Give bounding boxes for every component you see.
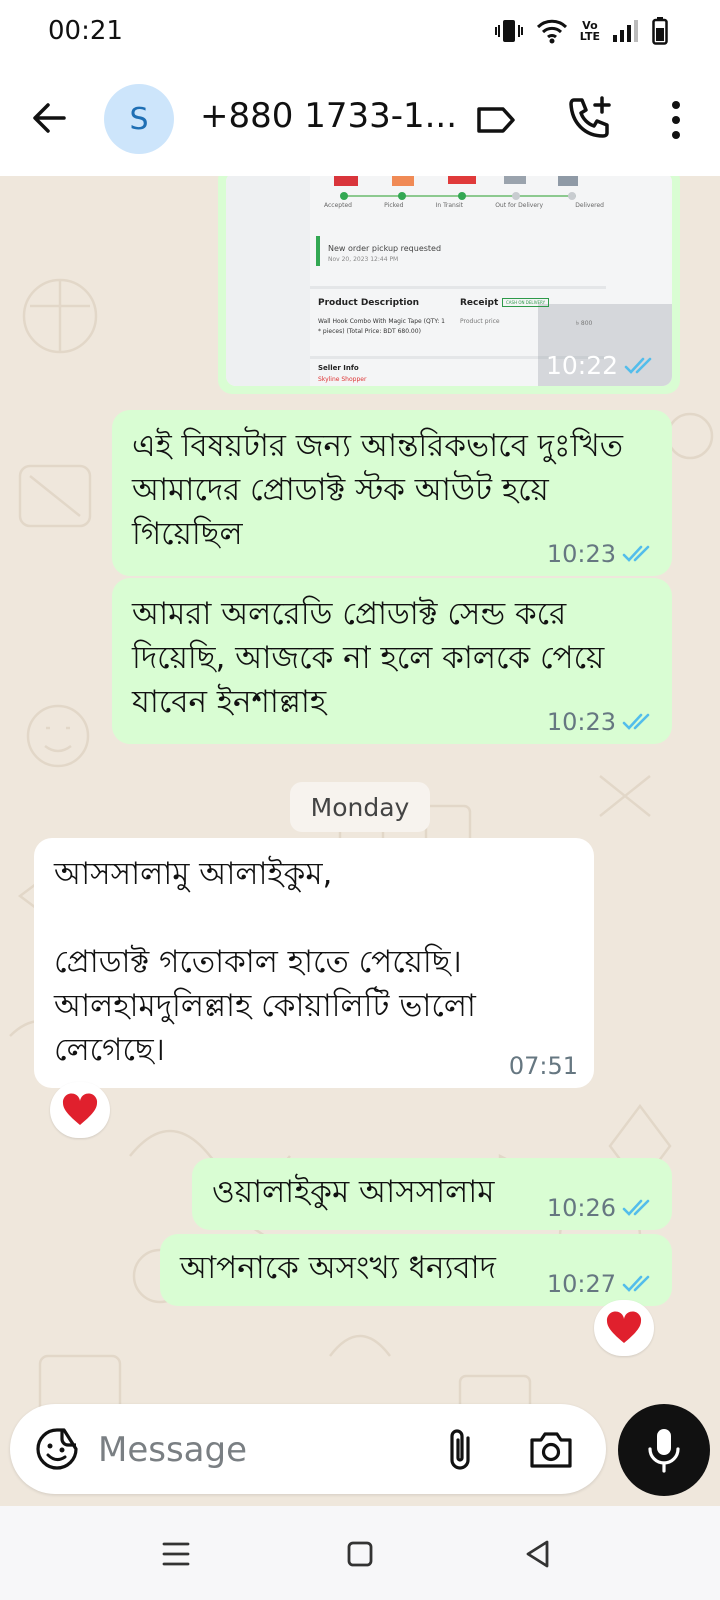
outgoing-message-bubble[interactable]: আপনাকে অসংখ্য ধন্যবাদ 10:27 bbox=[160, 1234, 672, 1306]
message-text: এই বিষয়টার জন্য আন্তরিকভাবে দুঃখিত আমাদ… bbox=[132, 428, 623, 552]
pickup-note-time: Nov 20, 2023 12:44 PM bbox=[328, 256, 399, 263]
product-line-1: Wall Hook Combo With Magic Tape (QTY: 1 bbox=[318, 318, 445, 325]
receipt-badge: CASH ON DELIVERY bbox=[502, 298, 550, 307]
read-ticks-icon bbox=[624, 357, 652, 374]
more-options-icon[interactable] bbox=[658, 96, 694, 144]
step-picked: Picked bbox=[384, 202, 404, 209]
camera-icon[interactable] bbox=[528, 1428, 574, 1470]
home-icon[interactable] bbox=[340, 1534, 380, 1574]
status-icons: Vo LTE bbox=[494, 14, 668, 48]
outgoing-message-bubble[interactable]: ওয়ালাইকুম আসসালাম 10:26 bbox=[192, 1158, 672, 1230]
chat-header: S +880 1733-1... bbox=[0, 62, 720, 177]
read-ticks-icon bbox=[622, 713, 650, 730]
step-labels: Accepted Picked In Transit Out for Deliv… bbox=[324, 202, 604, 209]
outgoing-message-bubble[interactable]: এই বিষয়টার জন্য আন্তরিকভাবে দুঃখিত আমাদ… bbox=[112, 410, 672, 576]
volte-indicator: Vo LTE bbox=[580, 20, 600, 42]
label-icon[interactable] bbox=[474, 98, 518, 142]
step-out-for-delivery: Out for Delivery bbox=[495, 202, 544, 209]
system-navigation-bar bbox=[0, 1506, 720, 1600]
incoming-message-bubble[interactable]: আসসালামু আলাইকুম, প্রোডাক্ট গতোকাল হাতে … bbox=[34, 838, 594, 1088]
read-ticks-icon bbox=[622, 1199, 650, 1216]
price-label: Product price bbox=[460, 318, 500, 325]
volte-line2: LTE bbox=[579, 30, 600, 43]
paperclip-icon[interactable] bbox=[440, 1426, 484, 1474]
message-input[interactable] bbox=[96, 1422, 420, 1478]
message-greeting: আসসালামু আলাইকুম, bbox=[54, 856, 333, 892]
read-ticks-icon bbox=[622, 1275, 650, 1292]
message-meta: 10:23 bbox=[547, 708, 656, 736]
heart-reaction[interactable] bbox=[50, 1082, 110, 1138]
signal-icon bbox=[612, 19, 640, 43]
image-message-bubble[interactable]: Accepted Picked In Transit Out for Deliv… bbox=[218, 176, 680, 394]
seller-info-heading: Seller Info bbox=[318, 364, 359, 372]
price-value: ৳ 800 bbox=[576, 320, 593, 327]
status-bar: 00:21 Vo LTE bbox=[0, 0, 720, 62]
date-divider: Monday bbox=[290, 782, 430, 832]
status-time: 00:21 bbox=[48, 16, 123, 46]
contact-avatar[interactable]: S bbox=[104, 84, 174, 154]
message-time: 07:51 bbox=[508, 1052, 578, 1080]
image-message-meta: 10:22 bbox=[546, 351, 658, 380]
message-meta: 10:26 bbox=[547, 1194, 656, 1222]
seller-name: Skyline Shopper bbox=[318, 376, 367, 383]
back-triangle-icon[interactable] bbox=[518, 1534, 558, 1574]
contact-name[interactable]: +880 1733-1... bbox=[200, 96, 457, 136]
sticker-icon[interactable] bbox=[34, 1426, 80, 1472]
heart-reaction[interactable] bbox=[594, 1300, 654, 1356]
read-ticks-icon bbox=[622, 545, 650, 562]
message-meta: 10:23 bbox=[547, 540, 656, 568]
message-text: আমরা অলরেডি প্রোডাক্ট সেন্ড করে দিয়েছি,… bbox=[132, 596, 605, 720]
avatar-letter: S bbox=[129, 101, 149, 137]
message-time: 10:26 bbox=[546, 1194, 616, 1222]
heart-icon bbox=[62, 1093, 98, 1125]
microphone-icon bbox=[648, 1429, 680, 1473]
recent-apps-icon[interactable] bbox=[156, 1534, 196, 1574]
message-time: 10:23 bbox=[546, 708, 616, 736]
message-text: প্রোডাক্ট গতোকাল হাতে পেয়েছি। আলহামদুলি… bbox=[54, 944, 476, 1068]
step-in-transit: In Transit bbox=[435, 202, 463, 209]
message-composer bbox=[10, 1404, 606, 1494]
pickup-note-title: New order pickup requested bbox=[328, 244, 442, 253]
message-text: আপনাকে অসংখ্য ধন্যবাদ bbox=[180, 1250, 496, 1286]
message-meta: 07:51 bbox=[509, 1052, 578, 1080]
message-meta: 10:27 bbox=[547, 1270, 656, 1298]
product-line-2: * pieces) (Total Price: BDT 680.00) bbox=[318, 328, 421, 335]
vibrate-icon bbox=[494, 18, 524, 44]
add-call-icon[interactable] bbox=[566, 94, 614, 142]
microphone-button[interactable] bbox=[618, 1404, 710, 1496]
step-delivered: Delivered bbox=[575, 202, 604, 209]
message-time: 10:27 bbox=[546, 1270, 616, 1298]
wifi-icon bbox=[536, 18, 568, 44]
outgoing-message-bubble[interactable]: আমরা অলরেডি প্রোডাক্ট সেন্ড করে দিয়েছি,… bbox=[112, 578, 672, 744]
product-description-heading: Product Description bbox=[318, 298, 420, 308]
back-arrow-icon[interactable] bbox=[28, 96, 72, 140]
message-time: 10:22 bbox=[545, 351, 618, 380]
heart-icon bbox=[606, 1311, 642, 1343]
message-time: 10:23 bbox=[546, 540, 616, 568]
battery-icon bbox=[652, 17, 668, 45]
chat-area[interactable]: Accepted Picked In Transit Out for Deliv… bbox=[0, 176, 720, 1494]
message-text: ওয়ালাইকুম আসসালাম bbox=[212, 1174, 495, 1210]
step-accepted: Accepted bbox=[324, 202, 352, 209]
receipt-heading: Receipt bbox=[460, 298, 499, 308]
